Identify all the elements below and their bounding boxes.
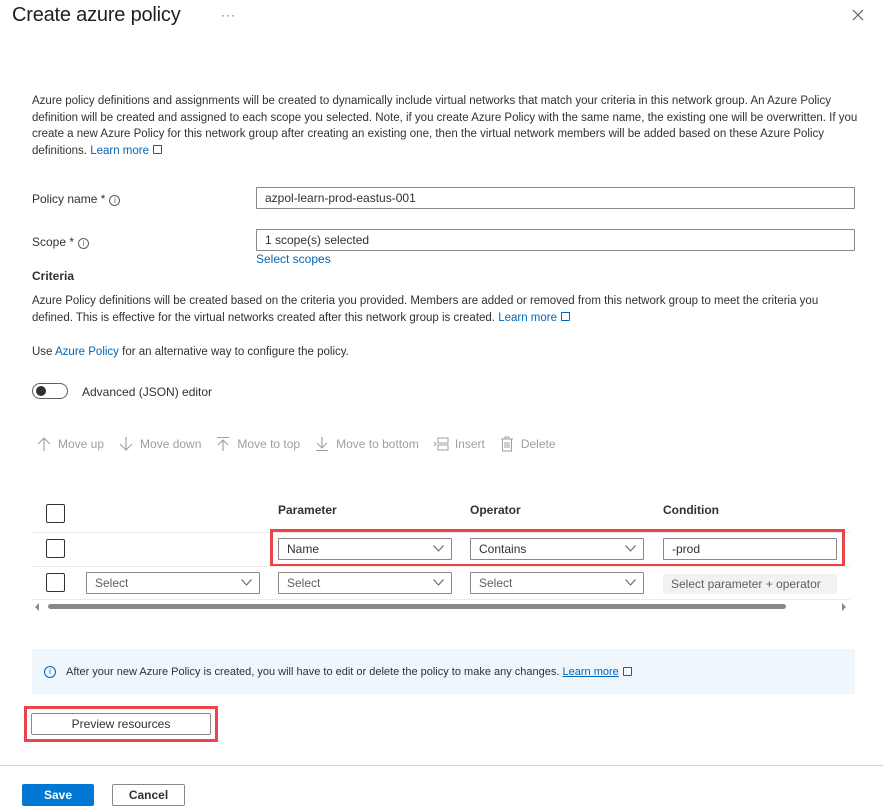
policy-name-label-text: Policy name * (32, 192, 106, 206)
condition-input-disabled: Select parameter + operator (663, 574, 837, 594)
move-to-top-label: Move to top (237, 437, 301, 451)
info-icon: i (44, 665, 56, 678)
alternative-note: Use Azure Policy for an alternative way … (32, 344, 862, 361)
alt-suffix: for an alternative way to configure the … (122, 346, 349, 358)
delete-icon (499, 436, 515, 452)
scroll-right-arrow-icon[interactable] (842, 603, 846, 611)
arrow-down-icon (118, 436, 134, 452)
logic-dropdown[interactable]: Select (86, 572, 260, 594)
scope-label: Scope * i (32, 235, 90, 249)
horizontal-scrollbar[interactable] (32, 600, 850, 614)
scope-label-text: Scope * (32, 235, 75, 249)
intro-learn-more-link[interactable]: Learn more (90, 144, 162, 157)
move-to-top-icon (215, 436, 231, 452)
info-icon[interactable]: i (78, 238, 90, 249)
close-button[interactable] (849, 6, 867, 24)
insert-label: Insert (454, 437, 485, 451)
move-to-bottom-label: Move to bottom (336, 437, 419, 451)
external-link-icon (561, 311, 571, 321)
move-up-label: Move up (58, 437, 105, 451)
chevron-down-icon (433, 579, 444, 586)
insert-button[interactable]: Insert (433, 436, 485, 452)
chevron-down-icon (241, 579, 252, 586)
criteria-description: Azure Policy definitions will be created… (32, 293, 862, 326)
intro-learn-more-label: Learn more (90, 144, 149, 157)
move-down-label: Move down (140, 437, 202, 451)
delete-button[interactable]: Delete (499, 436, 556, 452)
alt-prefix: Use (32, 346, 53, 358)
info-bar-learn-more-link[interactable]: Learn more (563, 666, 619, 678)
logic-value: Select (95, 576, 129, 590)
info-icon[interactable]: i (109, 195, 121, 206)
policy-name-label: Policy name * i (32, 192, 121, 206)
scroll-left-arrow-icon[interactable] (35, 603, 39, 611)
cancel-button[interactable]: Cancel (112, 784, 185, 806)
parameter-value: Select (287, 576, 321, 590)
insert-icon (433, 436, 449, 452)
move-down-button[interactable]: Move down (118, 436, 201, 452)
highlight-annotation (24, 706, 218, 742)
chevron-down-icon (625, 579, 636, 586)
row-checkbox[interactable] (46, 539, 65, 558)
column-header-condition: Condition (663, 503, 719, 517)
row-divider (32, 566, 850, 567)
criteria-heading: Criteria (32, 269, 75, 283)
row-checkbox[interactable] (46, 573, 65, 592)
more-options-button[interactable]: ··· (221, 8, 236, 22)
info-bar-learn-more-label: Learn more (562, 665, 619, 678)
select-all-checkbox[interactable] (46, 504, 65, 523)
toggle-label: Advanced (JSON) editor (82, 385, 213, 399)
page-title: Create azure policy (12, 4, 181, 26)
criteria-description-text: Azure Policy definitions will be created… (32, 295, 819, 324)
info-bar-text: After your new Azure Policy is created, … (66, 665, 560, 678)
azure-policy-link[interactable]: Azure Policy (55, 346, 119, 358)
operator-dropdown[interactable]: Select (470, 572, 644, 594)
delete-label: Delete (520, 437, 556, 451)
move-to-bottom-button[interactable]: Move to bottom (314, 436, 419, 452)
criteria-toolbar: Move up Move down Move to top Move to bo… (36, 436, 570, 452)
footer-divider (0, 765, 883, 766)
select-scopes-link[interactable]: Select scopes (256, 252, 331, 266)
move-to-top-button[interactable]: Move to top (215, 436, 300, 452)
toggle-knob (36, 386, 46, 396)
operator-value: Select (479, 576, 513, 590)
external-link-icon (622, 667, 632, 676)
policy-name-input[interactable]: azpol-learn-prod-eastus-001 (256, 187, 855, 209)
external-link-icon (153, 144, 162, 154)
column-header-operator: Operator (470, 503, 521, 517)
highlight-annotation (270, 529, 845, 567)
intro-description: Azure policy definitions and assignments… (32, 93, 862, 159)
save-button[interactable]: Save (22, 784, 94, 806)
criteria-learn-more-label: Learn more (498, 311, 558, 324)
scroll-thumb[interactable] (48, 604, 786, 609)
parameter-dropdown[interactable]: Select (278, 572, 452, 594)
info-message-bar: i After your new Azure Policy is created… (32, 649, 855, 694)
arrow-up-icon (36, 436, 52, 452)
close-icon (852, 9, 864, 21)
criteria-learn-more-link[interactable]: Learn more (498, 311, 571, 324)
move-to-bottom-icon (314, 436, 330, 452)
move-up-button[interactable]: Move up (36, 436, 104, 452)
advanced-json-editor-toggle[interactable] (32, 383, 68, 399)
column-header-parameter: Parameter (278, 503, 337, 517)
scope-input[interactable]: 1 scope(s) selected (256, 229, 855, 251)
